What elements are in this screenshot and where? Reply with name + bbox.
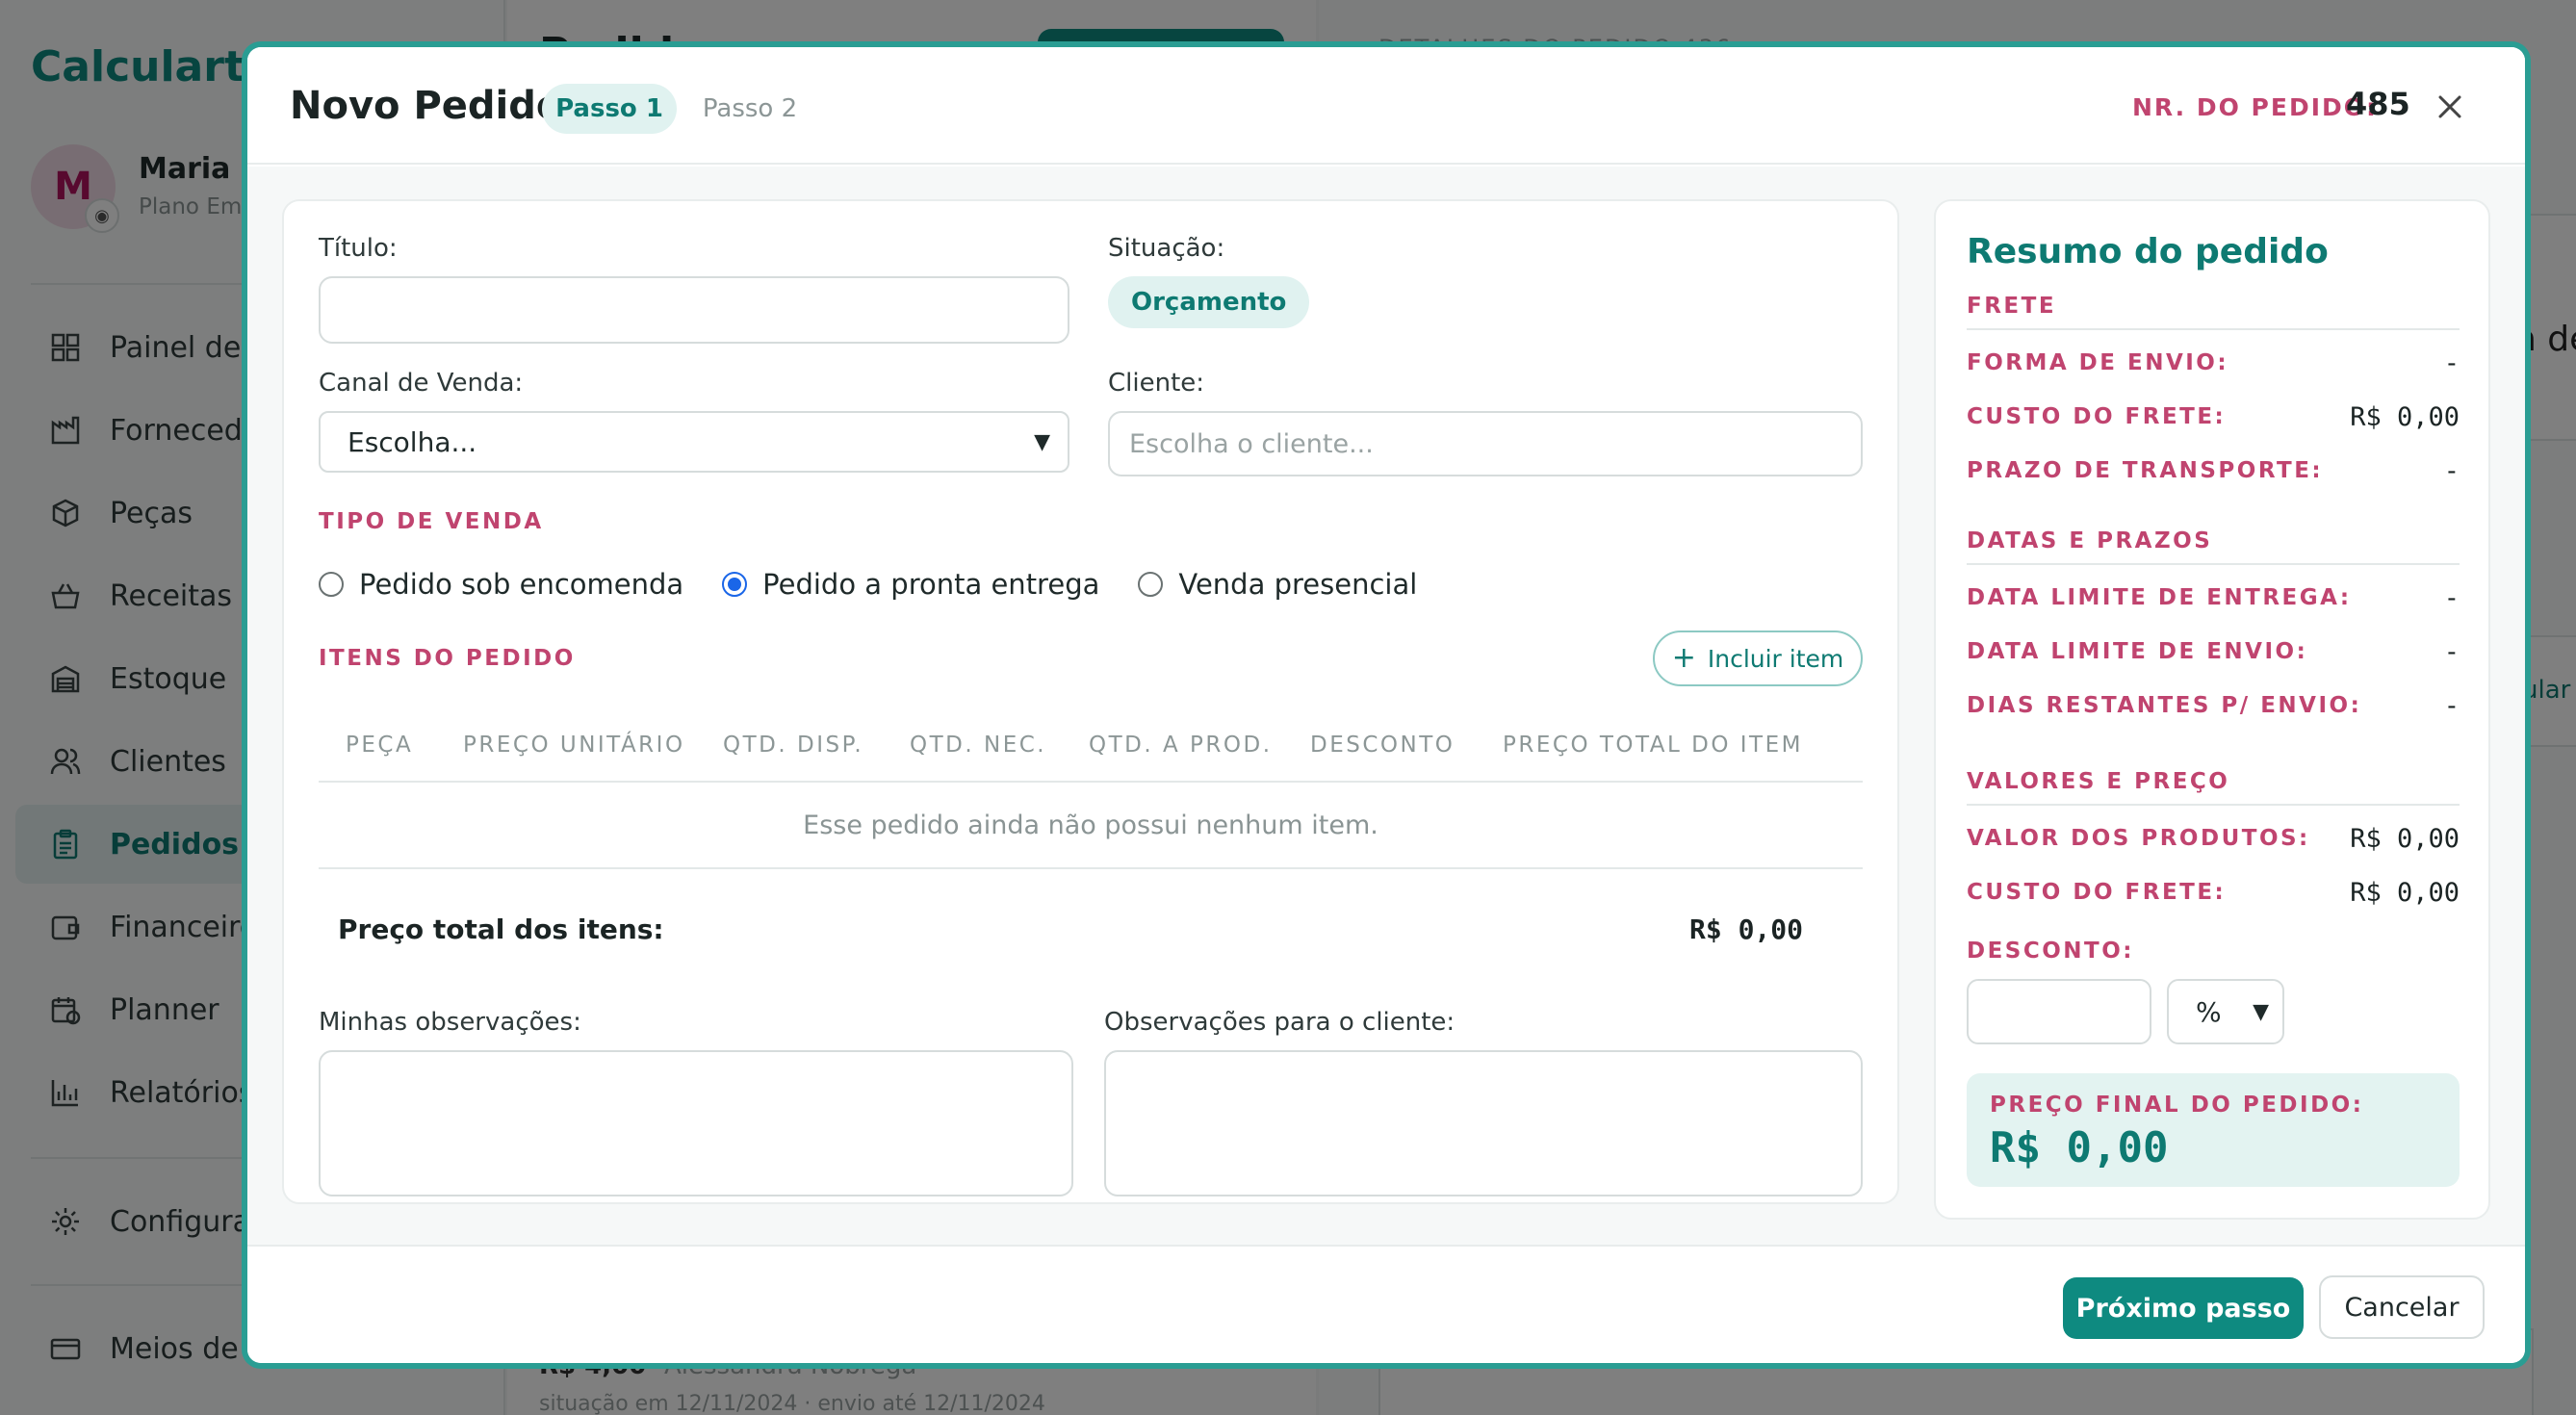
status-label: Situação:: [1108, 234, 1225, 263]
section-valores: VALORES E PREÇO: [1967, 769, 2460, 806]
chevron-down-icon: ▼: [1034, 429, 1050, 454]
empty-items-message: Esse pedido ainda não possui nenhum item…: [319, 783, 1863, 869]
new-order-modal: Novo Pedido Passo 1 Passo 2 NR. DO PEDID…: [247, 47, 2525, 1363]
sale-type-group: Pedido sob encomenda Pedido a pronta ent…: [319, 565, 1455, 604]
status-badge: Orçamento: [1108, 276, 1310, 328]
add-item-label: Incluir item: [1707, 644, 1844, 673]
summary-row-valor-produtos: VALOR DOS PRODUTOS: R$ 0,00: [1967, 819, 2460, 858]
sales-channel-label: Canal de Venda:: [319, 369, 524, 398]
sales-channel-value: Escolha...: [348, 425, 477, 458]
title-label: Título:: [319, 234, 398, 263]
column-header[interactable]: PREÇO TOTAL DO ITEM: [1503, 733, 1803, 758]
summary-value: R$ 0,00: [2350, 877, 2460, 908]
section-datas: DATAS E PRAZOS: [1967, 528, 2460, 565]
client-notes-label: Observações para o cliente:: [1104, 1008, 1455, 1037]
add-item-button[interactable]: + Incluir item: [1653, 630, 1863, 686]
summary-row-dias-restantes: DIAS RESTANTES P/ ENVIO: -: [1967, 686, 2460, 725]
summary-row-prazo-transporte: PRAZO DE TRANSPORTE: -: [1967, 451, 2460, 490]
summary-row-forma-envio: FORMA DE ENVIO: -: [1967, 344, 2460, 382]
summary-value: R$ 0,00: [2350, 823, 2460, 854]
summary-key: VALOR DOS PRODUTOS:: [1967, 826, 2310, 851]
order-form: Título: Situação: Orçamento Canal de Ven…: [282, 199, 1899, 1204]
modal-body: Título: Situação: Orçamento Canal de Ven…: [247, 167, 2525, 1245]
column-header[interactable]: QTD. A PROD.: [1089, 733, 1273, 758]
close-icon[interactable]: [2429, 86, 2471, 128]
modal-title: Novo Pedido: [290, 84, 563, 128]
order-items-label: ITENS DO PEDIDO: [319, 646, 576, 671]
discount-input[interactable]: [1967, 979, 2151, 1044]
column-header[interactable]: QTD. NEC.: [910, 733, 1046, 758]
client-input[interactable]: Escolha o cliente...: [1108, 411, 1863, 476]
my-notes-textarea[interactable]: [319, 1050, 1073, 1196]
section-frete: FRETE: [1967, 294, 2460, 330]
order-summary: Resumo do pedido FRETE FORMA DE ENVIO: -…: [1934, 199, 2490, 1220]
discount-label: DESCONTO:: [1967, 939, 2134, 964]
order-number: 485: [2346, 86, 2410, 122]
radio-button[interactable]: [319, 572, 344, 597]
next-step-button[interactable]: Próximo passo: [2063, 1277, 2304, 1339]
summary-value: -: [2443, 582, 2460, 613]
sales-channel-select[interactable]: Escolha... ▼: [319, 411, 1069, 473]
summary-value: -: [2443, 636, 2460, 667]
modal-header: Novo Pedido Passo 1 Passo 2 NR. DO PEDID…: [247, 47, 2525, 165]
summary-title: Resumo do pedido: [1967, 232, 2329, 271]
summary-value: R$ 0,00: [2350, 401, 2460, 432]
column-header[interactable]: PEÇA: [346, 733, 413, 758]
discount-unit-select[interactable]: % ▼: [2167, 979, 2284, 1044]
radio-venda-presencial[interactable]: Venda presencial: [1138, 568, 1417, 601]
radio-label: Venda presencial: [1178, 568, 1418, 601]
items-table-header: PEÇA PREÇO UNITÁRIO QTD. DISP. QTD. NEC.…: [319, 711, 1863, 783]
final-price-value: R$ 0,00: [1990, 1123, 2169, 1172]
summary-row-data-entrega: DATA LIMITE DE ENTREGA: -: [1967, 579, 2460, 617]
final-price-box: PREÇO FINAL DO PEDIDO: R$ 0,00: [1967, 1073, 2460, 1187]
summary-value: -: [2443, 690, 2460, 721]
summary-key: CUSTO DO FRETE:: [1967, 880, 2227, 905]
summary-key: DATA LIMITE DE ENVIO:: [1967, 639, 2308, 664]
summary-key: FORMA DE ENVIO:: [1967, 350, 2229, 375]
tab-step-1[interactable]: Passo 1: [542, 84, 677, 134]
column-header[interactable]: PREÇO UNITÁRIO: [463, 733, 685, 758]
column-header[interactable]: QTD. DISP.: [723, 733, 863, 758]
radio-button-selected[interactable]: [722, 572, 748, 597]
my-notes-label: Minhas observações:: [319, 1008, 581, 1037]
plus-icon: +: [1671, 641, 1696, 675]
summary-key: DATA LIMITE DE ENTREGA:: [1967, 585, 2352, 610]
column-header[interactable]: DESCONTO: [1310, 733, 1455, 758]
discount-unit-value: %: [2196, 995, 2222, 1028]
radio-pronta-entrega[interactable]: Pedido a pronta entrega: [722, 568, 1099, 601]
summary-value: -: [2443, 455, 2460, 486]
items-total-value: R$ 0,00: [1689, 913, 1804, 945]
items-total-label: Preço total dos itens:: [338, 913, 664, 945]
radio-label: Pedido a pronta entrega: [762, 568, 1100, 601]
summary-key: DIAS RESTANTES P/ ENVIO:: [1967, 693, 2362, 718]
modal-footer: Próximo passo Cancelar: [247, 1245, 2525, 1363]
summary-row-data-envio: DATA LIMITE DE ENVIO: -: [1967, 632, 2460, 671]
order-number-label: NR. DO PEDIDO:: [2132, 93, 2379, 121]
title-input[interactable]: [319, 276, 1069, 344]
cancel-button[interactable]: Cancelar: [2319, 1275, 2485, 1339]
tab-step-2[interactable]: Passo 2: [692, 84, 808, 134]
summary-row-custo-frete: CUSTO DO FRETE: R$ 0,00: [1967, 398, 2460, 436]
radio-label: Pedido sob encomenda: [359, 568, 684, 601]
radio-sob-encomenda[interactable]: Pedido sob encomenda: [319, 568, 683, 601]
client-notes-textarea[interactable]: [1104, 1050, 1863, 1196]
client-label: Cliente:: [1108, 369, 1205, 398]
summary-value: -: [2443, 347, 2460, 378]
chevron-down-icon: ▼: [2253, 999, 2269, 1024]
radio-button[interactable]: [1138, 572, 1164, 597]
summary-key: PRAZO DE TRANSPORTE:: [1967, 458, 2324, 483]
summary-key: CUSTO DO FRETE:: [1967, 404, 2227, 429]
summary-row-custo-frete-2: CUSTO DO FRETE: R$ 0,00: [1967, 873, 2460, 912]
final-price-label: PREÇO FINAL DO PEDIDO:: [1990, 1093, 2364, 1118]
sale-type-label: TIPO DE VENDA: [319, 509, 544, 534]
